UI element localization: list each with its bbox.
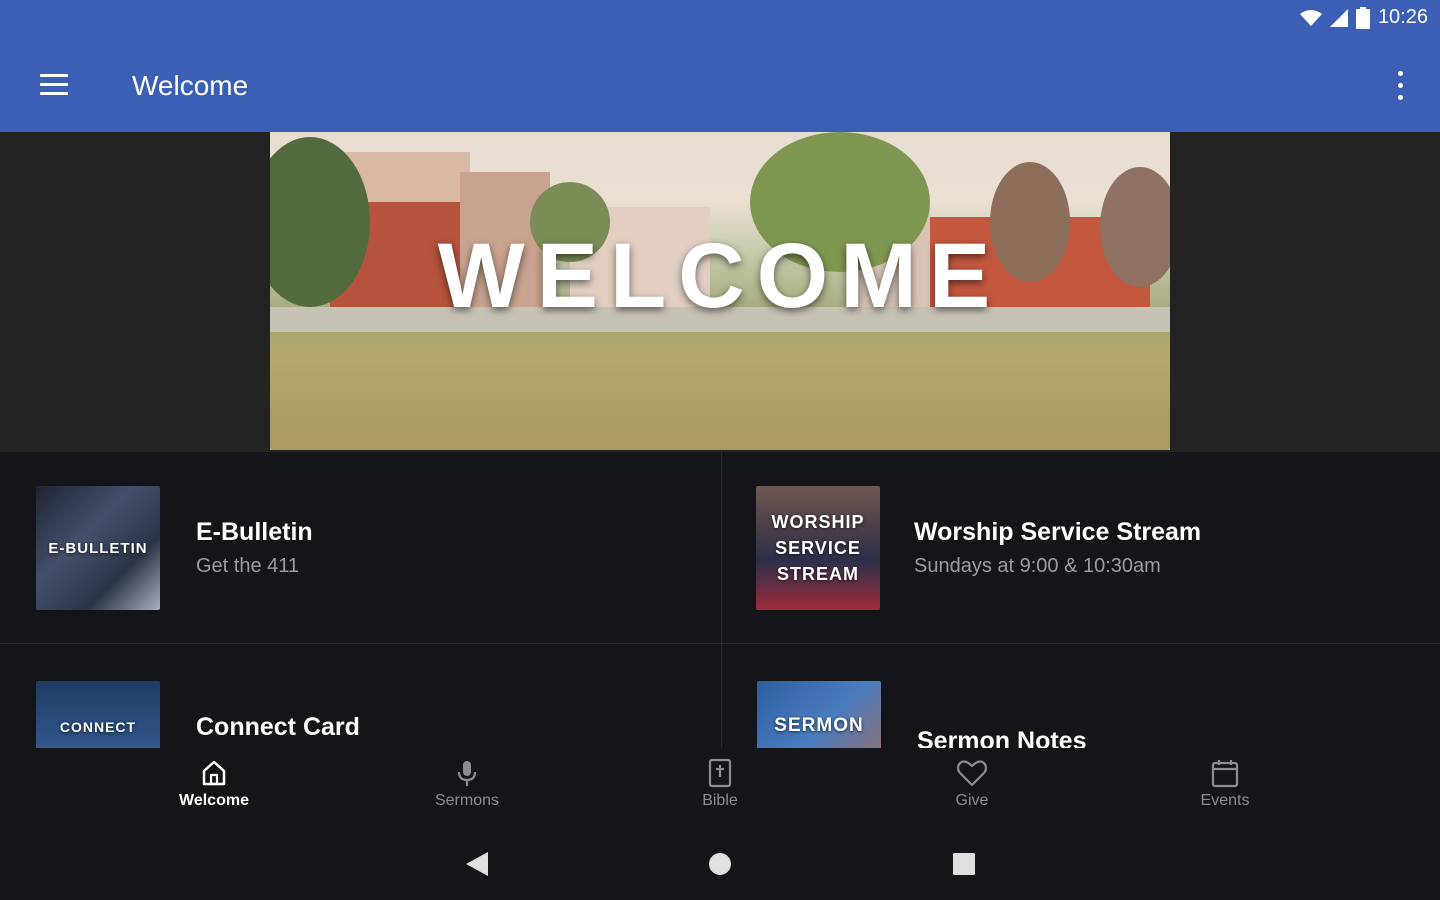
nav-give[interactable]: Give: [902, 758, 1042, 810]
hero-section: WELCOME: [0, 132, 1440, 452]
home-icon: [202, 760, 226, 786]
hero-banner[interactable]: WELCOME: [270, 132, 1170, 450]
wifi-icon: [1299, 9, 1322, 26]
thumbnail-label: WORSHIP SERVICE STREAM: [771, 512, 865, 584]
heart-icon: [956, 760, 988, 787]
tile-title: Worship Service Stream: [914, 518, 1202, 546]
hero-title: WELCOME: [437, 225, 1003, 327]
status-time: 10:26: [1377, 6, 1428, 28]
calendar-icon: [1211, 760, 1239, 788]
nav-sermons[interactable]: Sermons: [397, 758, 537, 810]
home-circle-icon[interactable]: [708, 852, 732, 876]
nav-label: Welcome: [179, 792, 249, 809]
thumbnail-label: SERMON: [774, 715, 864, 736]
microphone-icon: [457, 761, 477, 786]
bible-icon: [708, 758, 732, 788]
bottom-navigation: Welcome Sermons Bible Give Events: [0, 748, 1440, 828]
thumbnail-label: CONNECT: [59, 719, 137, 735]
nav-welcome[interactable]: Welcome: [144, 758, 284, 810]
nav-bible[interactable]: Bible: [650, 758, 790, 810]
system-navigation-bar: [0, 828, 1440, 900]
recents-icon[interactable]: [952, 852, 976, 876]
column-divider: [721, 452, 722, 748]
connect-card-thumbnail: CONNECT: [36, 681, 160, 748]
tile-connect-card[interactable]: CONNECT Connect Card: [36, 681, 360, 748]
nav-label: Sermons: [434, 792, 500, 809]
app-bar: Welcome: [0, 40, 1440, 132]
nav-events[interactable]: Events: [1155, 758, 1295, 810]
tile-sermon-notes[interactable]: SERMON Sermon Notes: [757, 681, 1086, 748]
nav-label: Give: [955, 792, 989, 809]
content-grid: E-BULLETIN E-Bulletin Get the 411 WORSHI…: [0, 452, 1440, 748]
e-bulletin-thumbnail: E-BULLETIN: [36, 486, 160, 610]
tile-subtitle: Sundays at 9:00 & 10:30am: [914, 555, 1161, 577]
thumbnail-label: E-BULLETIN: [48, 539, 148, 557]
status-bar: 10:26: [0, 0, 1440, 40]
tile-title: Sermon Notes: [917, 727, 1087, 748]
back-icon[interactable]: [464, 850, 490, 878]
tile-worship-service-stream[interactable]: WORSHIP SERVICE STREAM Worship Service S…: [756, 486, 1201, 610]
worship-stream-thumbnail: WORSHIP SERVICE STREAM: [756, 486, 880, 610]
tile-e-bulletin[interactable]: E-BULLETIN E-Bulletin Get the 411: [36, 486, 313, 610]
sermon-notes-thumbnail: SERMON: [757, 681, 881, 748]
tile-subtitle: Get the 411: [196, 555, 300, 577]
nav-label: Events: [1200, 792, 1250, 809]
menu-icon[interactable]: [38, 72, 70, 98]
signal-icon: [1329, 8, 1348, 27]
more-vert-icon[interactable]: [1390, 68, 1410, 104]
row-divider: [0, 643, 1440, 644]
page-title: Welcome: [132, 70, 249, 101]
tile-title: E-Bulletin: [196, 518, 313, 546]
tile-title: Connect Card: [196, 713, 360, 741]
status-icons: 10:26: [1299, 6, 1428, 29]
battery-icon: [1355, 6, 1370, 29]
nav-label: Bible: [702, 792, 738, 809]
